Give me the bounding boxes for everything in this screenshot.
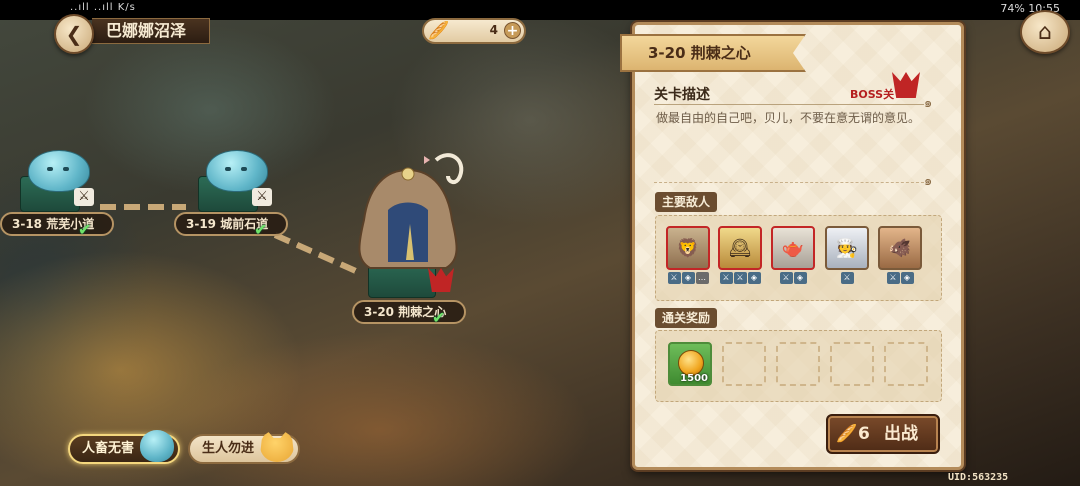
sword-trait-icon: ⚔ (886, 272, 900, 284)
reward-slot-coin[interactable]: 1500 (668, 342, 712, 386)
divider (654, 182, 924, 183)
enemy-card[interactable]: 🫖 ⚔ ◈ (771, 226, 815, 284)
home-icon: ⌂ (1038, 19, 1052, 45)
shield-trait-icon: ◈ (681, 272, 695, 284)
enemy-traits: ⚔ ⚔ ◈ (718, 272, 762, 284)
stage-description: 做最自由的自己吧，贝儿，不要在意无谓的意见。 (656, 111, 921, 125)
enemy-traits: ⚔ ◈ (878, 272, 922, 284)
back-button[interactable]: ❮ (54, 14, 94, 54)
status-bar: ..ıll ..ıll K/s 74% 10:55 (0, 0, 1080, 20)
reward-slot-empty (722, 342, 766, 386)
sword-trait-icon: ⚔ (840, 272, 854, 284)
filter-dangerous[interactable]: 生人勿进 (188, 430, 301, 464)
enemy-portrait: 🐗 (878, 226, 922, 270)
region-title: 巴娜娜沼泽 (92, 18, 210, 44)
sword-trait-icon: ⚔ (667, 272, 681, 284)
rewards-heading: 通关奖励 (655, 308, 718, 328)
back-arrow-icon: ❮ (65, 22, 83, 46)
slime-icon (140, 430, 175, 462)
stage-label: 3-18 荒芜小道 (0, 212, 115, 236)
sword-trait-icon: ⚔ (733, 272, 747, 284)
cat-icon (260, 430, 295, 462)
stage-title-ribbon: 3-20 荆棘之心 (620, 34, 806, 72)
ornament-icon: ๑ (924, 174, 933, 189)
enemy-traits: ⚔ ◈… (666, 272, 710, 284)
reward-amount: 1500 (680, 373, 708, 384)
shield-trait-icon: ◈ (793, 272, 807, 284)
slime-enemy-icon (28, 150, 90, 192)
sword-trait-icon: ⚔ (719, 272, 733, 284)
bread-icon: 🥖 (836, 424, 858, 444)
slime-enemy-icon (206, 150, 268, 192)
stage-label: 3-20 荆棘之心 (352, 300, 467, 324)
cleared-check-icon: ✔ (254, 220, 268, 239)
divider (654, 104, 924, 105)
enemy-card[interactable]: 🧑‍🍳 ⚔ (825, 226, 869, 284)
add-stamina-button[interactable]: + (504, 22, 521, 39)
filter-label: 生人勿进 (202, 441, 255, 456)
start-battle-label: 出战 (884, 424, 918, 444)
stamina-counter: 🥖 4 + (422, 18, 526, 44)
stage-label: 3-19 城前石道 (174, 212, 289, 236)
signal-indicator: ..ıll ..ıll K/s (70, 2, 136, 13)
enemy-traits: ⚔ (825, 272, 869, 284)
desc-heading: 关卡描述 (654, 87, 710, 103)
enemy-portrait: 🕰 (718, 226, 762, 270)
user-id: UID:563235 (948, 472, 1009, 483)
enemy-card[interactable]: 🦁 ⚔ ◈… (666, 226, 710, 284)
bread-icon: 🥖 (428, 21, 450, 41)
reward-slot-empty (830, 342, 874, 386)
reward-slot-empty (776, 342, 820, 386)
enemy-card[interactable]: 🕰 ⚔ ⚔ ◈ (718, 226, 762, 284)
filter-label: 人畜无害 (82, 441, 135, 456)
more-icon: … (695, 272, 709, 284)
cleared-check-icon: ✔ (78, 220, 92, 239)
enemy-traits: ⚔ ◈ (771, 272, 815, 284)
enemy-portrait: 🫖 (771, 226, 815, 270)
start-battle-button[interactable]: 🥖 6 出战 (826, 414, 940, 454)
stamina-count: 4 (489, 23, 498, 37)
map-path (100, 204, 186, 210)
shield-trait-icon: ◈ (747, 272, 761, 284)
home-button[interactable]: ⌂ (1020, 10, 1070, 54)
reward-slot-empty (884, 342, 928, 386)
crossed-swords-icon: ⚔ (74, 188, 94, 206)
stamina-cost: 6 (858, 424, 870, 444)
sword-trait-icon: ⚔ (779, 272, 793, 284)
boss-tag: BOSS关 (850, 88, 895, 101)
cleared-check-icon: ✔ (432, 308, 446, 327)
enemy-portrait: 🧑‍🍳 (825, 226, 869, 270)
enemy-portrait: 🦁 (666, 226, 710, 270)
shield-trait-icon: ◈ (900, 272, 914, 284)
crossed-swords-icon: ⚔ (252, 188, 272, 206)
enemies-heading: 主要敌人 (655, 192, 718, 212)
filter-harmless[interactable]: 人畜无害 (68, 430, 181, 464)
enemy-card[interactable]: 🐗 ⚔ ◈ (878, 226, 922, 284)
map-path (273, 232, 359, 275)
